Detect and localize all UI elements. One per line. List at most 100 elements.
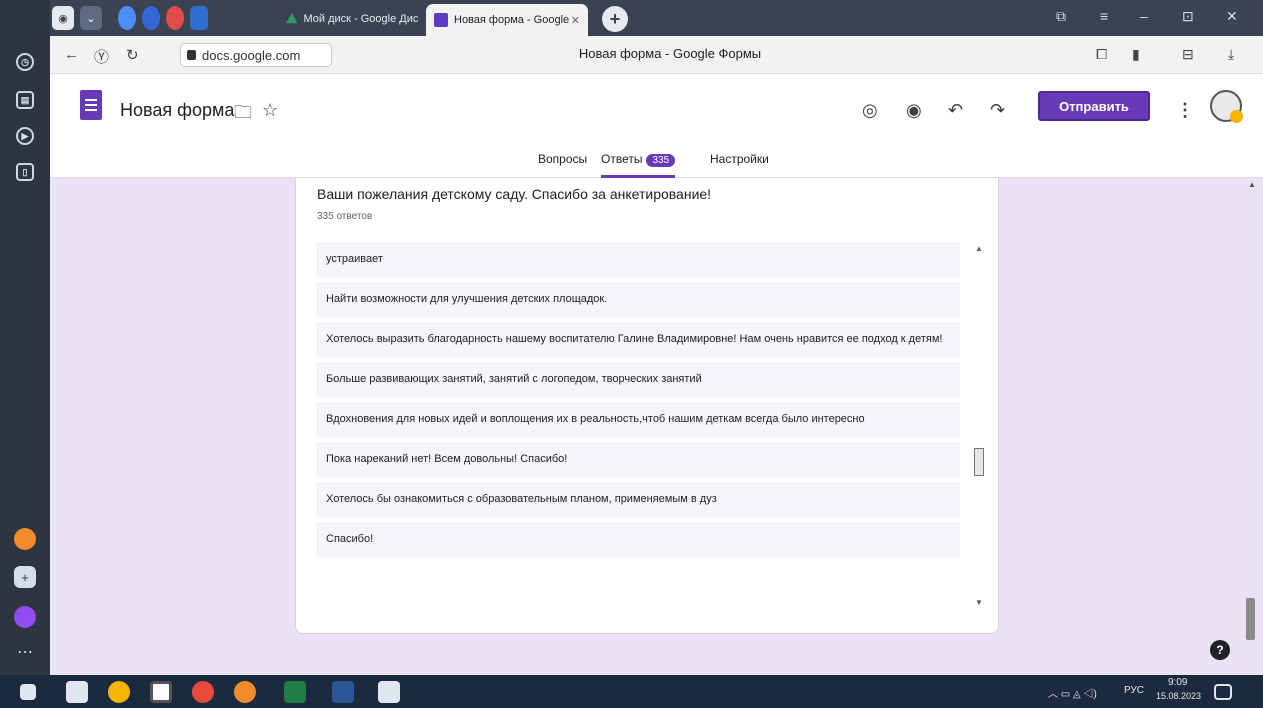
scroll-thumb[interactable]	[974, 448, 984, 476]
question-summary-card: Ваши пожелания детскому саду. Спасибо за…	[295, 178, 999, 634]
list-item: Хотелось выразить благодарность нашему в…	[316, 322, 960, 357]
tab-questions[interactable]: Вопросы	[538, 152, 587, 178]
star-icon[interactable]: ☆	[262, 100, 278, 121]
app-icon[interactable]	[234, 681, 256, 703]
tab-strip: ◉ ⌄ Мой диск - Google Диск Новая форма -…	[50, 0, 1263, 36]
pinned-tab-icon[interactable]	[190, 6, 208, 30]
form-tabs: Вопросы Ответы 335 Настройки	[50, 146, 1263, 178]
lock-icon	[187, 50, 196, 60]
undo-icon[interactable]: ↶	[948, 100, 963, 121]
history-icon-glyph: ◷	[16, 53, 34, 71]
panel-icon[interactable]: ▯	[12, 160, 38, 184]
redo-icon[interactable]: ↷	[990, 100, 1005, 121]
media-icon-glyph: ▶	[16, 127, 34, 145]
tab-label: Мой диск - Google Диск	[303, 13, 418, 25]
avatar[interactable]	[1210, 90, 1243, 123]
close-window-icon[interactable]: ✕	[1226, 8, 1238, 25]
browser-icon[interactable]	[192, 681, 214, 703]
close-tab-icon[interactable]: ✕	[571, 14, 580, 27]
tab-label: Новая форма - Google	[454, 14, 570, 26]
folder-icon[interactable]: 🗀	[234, 100, 252, 130]
form-title[interactable]: Новая форма	[120, 100, 234, 121]
page-scrollbar[interactable]: ▲	[1242, 178, 1260, 675]
answers-scrollbar[interactable]: ▲ ▼	[972, 242, 986, 610]
scroll-up-icon[interactable]: ▲	[1248, 180, 1256, 189]
chrome-icon[interactable]	[108, 681, 130, 703]
preview-eye-icon[interactable]: ◉	[906, 100, 922, 121]
photos-icon[interactable]	[378, 681, 400, 703]
yandex-browser-icon[interactable]	[150, 681, 172, 703]
browser-menu-icon[interactable]: ◉	[52, 6, 74, 30]
response-count: 335 ответов	[317, 211, 373, 222]
start-icon[interactable]	[20, 684, 36, 700]
forms-header: Новая форма 🗀 ☆ ◎ ◉ ↶ ↷ Отправить ⋮ Вопр…	[50, 74, 1263, 178]
bookmark-icon[interactable]: ▮	[1132, 46, 1140, 63]
pinned-tab-icon[interactable]	[118, 6, 136, 30]
reader-mode-icon[interactable]: ⧠	[1096, 46, 1107, 63]
add-panel-icon[interactable]: +	[14, 566, 36, 588]
extensions-icon[interactable]: ⊟	[1182, 46, 1194, 63]
history-icon[interactable]: ◷	[12, 50, 38, 74]
alice-assistant-icon[interactable]	[14, 606, 36, 628]
tab-responses-label: Ответы	[601, 152, 643, 166]
send-button[interactable]: Отправить	[1038, 91, 1150, 121]
minimize-icon[interactable]: –	[1140, 8, 1148, 24]
mail-app-icon[interactable]	[14, 528, 36, 550]
tray-icons[interactable]: ︿ ▭ ◬ ◁)	[1048, 685, 1097, 700]
page-title: Новая форма - Google Формы	[578, 46, 762, 61]
language-indicator[interactable]: РУС	[1124, 685, 1144, 696]
main-content: Ваши пожелания детскому саду. Спасибо за…	[50, 178, 1263, 675]
tabs-dropdown-icon[interactable]: ⌄	[80, 6, 102, 30]
question-title: Ваши пожелания детскому саду. Спасибо за…	[317, 186, 712, 202]
clock-date[interactable]: 15.08.2023	[1156, 691, 1201, 701]
excel-icon[interactable]	[284, 681, 306, 703]
list-item: Спасибо!	[316, 522, 960, 557]
list-item: Больше развивающих занятий, занятий с ло…	[316, 362, 960, 397]
scroll-down-icon[interactable]: ▼	[975, 598, 983, 607]
more-options-icon[interactable]: ⋮	[1176, 100, 1194, 121]
collections-icon-glyph: ▤	[16, 91, 34, 109]
yandex-icon[interactable]: Ⓨ	[94, 46, 109, 67]
notifications-icon[interactable]	[1214, 684, 1232, 700]
reload-icon[interactable]: ↻	[126, 46, 139, 64]
list-item: Пока нареканий нет! Всем довольны! Спаси…	[316, 442, 960, 477]
collections-icon[interactable]: ▤	[12, 88, 38, 112]
taskbar: ︿ ▭ ◬ ◁) РУС 9:09 15.08.2023	[0, 675, 1263, 708]
downloads-icon[interactable]: ⧉	[1056, 8, 1066, 25]
pinned-tab-icon[interactable]	[166, 6, 184, 30]
address-bar: ← Ⓨ ↻ docs.google.com Новая форма - Goog…	[50, 36, 1263, 74]
list-item: Хотелось бы ознакомиться с образовательн…	[316, 482, 960, 517]
panel-icon-glyph: ▯	[16, 163, 34, 181]
url-text: docs.google.com	[202, 47, 301, 63]
explorer-icon[interactable]	[66, 681, 88, 703]
download-icon[interactable]: ⤓	[1228, 46, 1234, 63]
new-tab-button[interactable]: +	[602, 6, 628, 32]
forms-icon	[434, 13, 448, 27]
tab-settings[interactable]: Настройки	[710, 152, 769, 178]
tab-google-forms[interactable]: Новая форма - Google ✕	[426, 4, 588, 36]
help-icon[interactable]: ?	[1210, 640, 1230, 660]
responses-count-badge: 335	[646, 154, 676, 167]
more-icon[interactable]: ⋯	[12, 640, 38, 664]
menu-icon[interactable]: ≡	[1100, 8, 1108, 24]
list-item: устраивает	[316, 242, 960, 277]
palette-icon[interactable]: ◎	[862, 100, 878, 121]
list-item: Найти возможности для улучшения детских …	[316, 282, 960, 317]
forms-logo-icon[interactable]	[80, 90, 102, 120]
pinned-tab-icon[interactable]	[142, 6, 160, 30]
browser-sidebar: ◷ ▤ ▶ ▯ + ⋯	[0, 0, 50, 675]
drive-icon	[286, 13, 298, 24]
url-field[interactable]: docs.google.com	[180, 43, 332, 67]
clock-time[interactable]: 9:09	[1168, 677, 1187, 688]
tab-google-drive[interactable]: Мой диск - Google Диск	[286, 8, 418, 30]
media-icon[interactable]: ▶	[12, 124, 38, 148]
list-item: Вдохновения для новых идей и воплощения …	[316, 402, 960, 437]
restore-icon[interactable]: ⊡	[1182, 8, 1194, 25]
page-scroll-thumb[interactable]	[1246, 598, 1255, 640]
notification-badge	[1230, 110, 1243, 123]
answers-list[interactable]: устраивает Найти возможности для улучшен…	[316, 242, 960, 610]
word-icon[interactable]	[332, 681, 354, 703]
scroll-up-icon[interactable]: ▲	[975, 244, 983, 253]
back-icon[interactable]: ←	[64, 46, 79, 63]
tab-responses[interactable]: Ответы 335	[601, 152, 676, 178]
